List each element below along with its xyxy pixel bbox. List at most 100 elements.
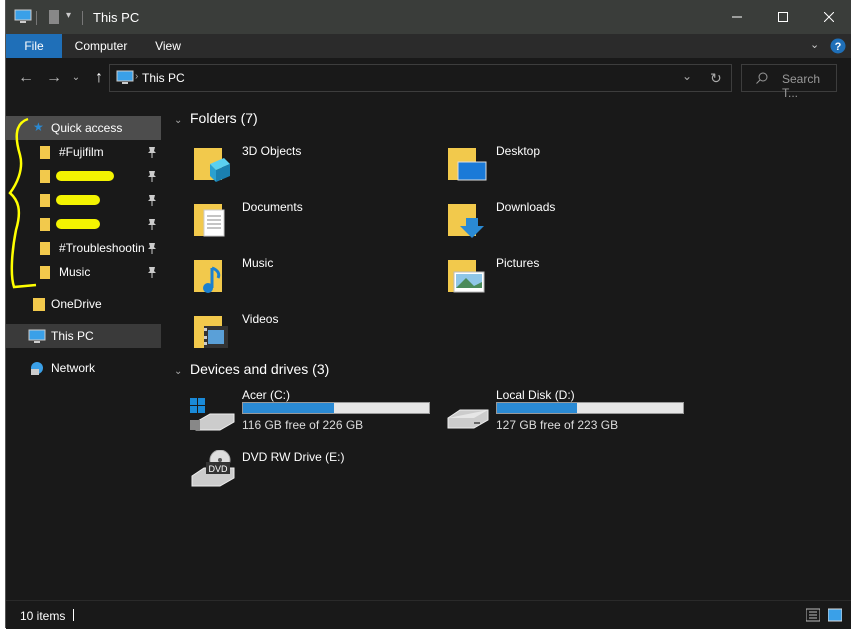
folder-downloads[interactable]: Downloads [444,200,684,248]
maximize-button[interactable] [760,0,806,34]
folder-3d-objects[interactable]: 3D Objects [190,144,430,192]
sidebar-item-label: Quick access [51,121,123,135]
svg-text:?: ? [835,41,842,53]
up-button[interactable]: ↑ [88,67,110,89]
separator [36,11,37,25]
tab-file[interactable]: File [6,34,62,58]
pin-icon[interactable] [147,146,157,158]
search-box[interactable]: Search T... [741,64,837,100]
breadcrumb-separator-icon: › [135,71,139,82]
drive-e[interactable]: DVD DVD RW Drive (E:) [190,449,440,498]
refresh-icon[interactable]: ↻ [710,70,722,87]
folder-label: Videos [242,312,279,326]
music-folder-icon [194,260,222,293]
annotation-bracket [8,117,37,289]
drives-group-header[interactable]: ⌄ Devices and drives (3) [174,361,329,377]
tab-view[interactable]: View [146,34,190,58]
sidebar-item-label: OneDrive [51,297,102,311]
folder-pictures[interactable]: Pictures [444,256,684,304]
sidebar-item-label: Music [59,265,91,279]
folder-label: Music [242,256,274,270]
title-bar: ▾ This PC [6,0,851,34]
folder-documents[interactable]: Documents [190,200,430,248]
details-view-icon[interactable] [806,608,820,622]
folder-label: Desktop [496,144,541,158]
group-title: Devices and drives (3) [190,361,330,377]
drive-c[interactable]: Acer (C:) 116 GB free of 226 GB [190,388,440,436]
this-pc-icon [28,329,46,343]
drive-usage-bar [496,402,684,414]
search-placeholder: Search T... [782,72,821,100]
pictures-folder-icon [448,260,485,293]
pin-icon[interactable] [147,194,157,206]
address-bar[interactable]: › This PC ⌄ ↻ [109,64,732,92]
windows-drive-icon [190,398,235,431]
group-title: Folders (7) [190,110,258,126]
window-title: This PC [93,10,140,25]
dvd-label-text: DVD [208,464,228,474]
help-icon[interactable]: ? [830,38,846,54]
status-separator [73,609,74,621]
item-count: 10 items [20,609,66,623]
separator [82,11,83,25]
drive-free-space: 116 GB free of 226 GB [242,418,364,432]
content-pane: ⌄ Folders (7) 3D Objects Desktop Document… [166,100,851,600]
drive-usage-fill [497,403,577,413]
recent-locations-icon[interactable]: ⌄ [69,67,83,89]
folder-videos[interactable]: Videos [190,312,430,360]
network-icon [31,362,43,375]
pin-icon[interactable] [147,218,157,230]
status-bar: 10 items [6,600,851,629]
explorer-window: ▾ This PC File Computer View ⌄ ? ← → ⌄ ↑… [5,0,851,629]
sidebar-item-onedrive[interactable]: OneDrive [6,292,161,316]
sidebar-item-label: Network [51,361,96,375]
search-icon [756,72,768,84]
drive-label: Acer (C:) [242,388,290,402]
this-pc-icon [116,70,134,84]
expand-ribbon-icon[interactable]: ⌄ [810,38,819,51]
desktop-folder-icon [448,148,487,181]
this-pc-icon [14,9,32,23]
forward-button[interactable]: → [43,67,65,89]
sidebar-item-label: #Fujifilm [59,145,104,159]
sidebar-item-this-pc[interactable]: This PC [6,324,161,348]
properties-icon[interactable] [48,9,60,25]
navigation-bar: ← → ⌄ ↑ › This PC ⌄ ↻ Search T... [6,58,851,100]
back-button[interactable]: ← [15,67,37,89]
pin-icon[interactable] [147,266,157,278]
drive-usage-fill [243,403,334,413]
3d-objects-folder-icon [194,148,230,182]
drive-label: Local Disk (D:) [496,388,575,402]
folder-desktop[interactable]: Desktop [444,144,684,192]
close-button[interactable] [806,0,851,34]
drive-free-space: 127 GB free of 223 GB [496,418,619,432]
sidebar-item-label: This PC [51,329,94,343]
customize-dropdown-icon[interactable]: ▾ [66,10,71,26]
videos-folder-icon [194,316,228,348]
close-icon [824,12,834,22]
tab-computer[interactable]: Computer [68,34,134,58]
breadcrumb[interactable]: This PC [142,71,185,85]
folder-music[interactable]: Music [190,256,430,304]
minimize-icon [732,16,742,18]
redaction-mark [56,219,100,229]
drive-usage-bar [242,402,430,414]
folder-icon [33,298,45,311]
collapse-icon: ⌄ [174,115,183,126]
sidebar-item-network[interactable]: Network [6,356,161,380]
drive-label: DVD RW Drive (E:) [242,450,345,464]
maximize-icon [778,12,788,22]
pin-icon[interactable] [147,170,157,182]
documents-folder-icon [194,204,225,237]
pin-icon[interactable] [147,242,157,254]
collapse-icon: ⌄ [174,366,183,377]
redaction-mark [56,195,100,205]
ribbon-tabs: File Computer View ⌄ ? [6,34,851,58]
folder-label: Downloads [496,200,556,214]
address-dropdown-icon[interactable]: ⌄ [682,69,692,83]
minimize-button[interactable] [714,0,760,34]
large-icons-view-icon[interactable] [828,608,842,622]
folders-group-header[interactable]: ⌄ Folders (7) [174,110,258,126]
dvd-drive-icon: DVD [191,449,235,487]
drive-d[interactable]: Local Disk (D:) 127 GB free of 223 GB [444,388,694,436]
